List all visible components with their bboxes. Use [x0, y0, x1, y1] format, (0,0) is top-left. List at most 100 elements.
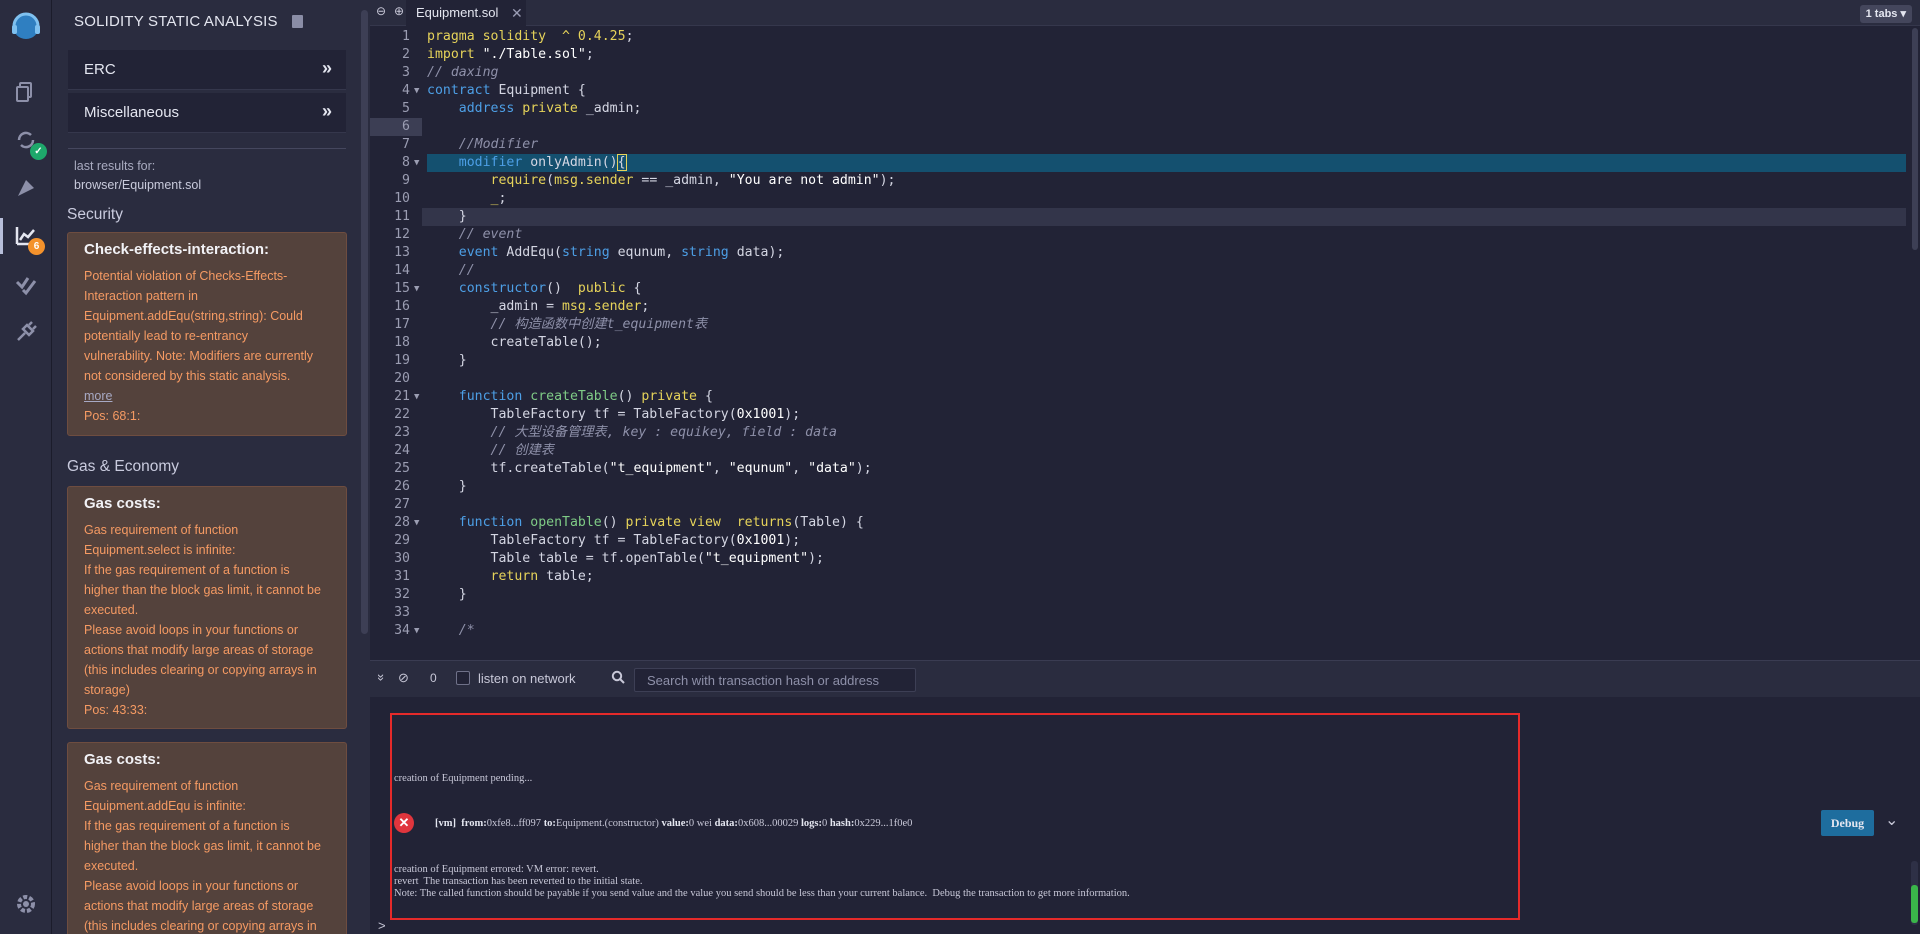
compile-success-icon: ✓ — [30, 143, 47, 160]
fold-icon[interactable]: ▼ — [414, 154, 424, 172]
error-line: revert The transaction has been reverted… — [394, 876, 643, 887]
card-line: Gas requirement of function — [84, 779, 239, 793]
line-number: 6 — [402, 119, 410, 134]
testing-icon[interactable] — [14, 272, 38, 296]
code-line: //Modifier — [458, 137, 539, 152]
line-number: 8 — [402, 155, 410, 170]
fold-icon[interactable]: ▼ — [414, 280, 424, 298]
scroll-thumb[interactable] — [1911, 885, 1918, 923]
logs-label: logs: — [800, 818, 822, 829]
card-line: executed. — [84, 603, 139, 617]
tab-equipment-sol[interactable]: Equipment.sol ✕ — [406, 0, 526, 26]
code-line: tf.createTable("t_equipment", "equnum", … — [427, 461, 872, 476]
code-line: require(msg.sender == _admin, "You are n… — [490, 173, 896, 188]
code-line: event AddEqu(string equnum, string data)… — [458, 245, 785, 260]
search-icon — [611, 670, 625, 684]
console-prompt[interactable]: > — [378, 918, 386, 933]
line-number: 18 — [394, 335, 410, 350]
code-line: } — [427, 479, 467, 494]
code-line: modifier onlyAdmin(){ — [458, 154, 627, 171]
from-label: from: — [461, 818, 487, 829]
fold-icon[interactable]: ▼ — [414, 514, 424, 532]
line-number: 16 — [394, 299, 410, 314]
code-line: } — [427, 587, 467, 602]
close-icon[interactable]: ✕ — [511, 5, 523, 22]
clear-console-icon[interactable]: ⊘ — [398, 670, 409, 686]
zoom-out-icon[interactable]: ⊖ — [376, 4, 392, 20]
card-line: storage) — [84, 683, 130, 697]
debug-button[interactable]: Debug — [1821, 810, 1874, 836]
line-number: 20 — [394, 371, 410, 386]
pending-tx-count: 0 — [430, 671, 437, 685]
plugin-manager-icon[interactable] — [14, 320, 38, 344]
value-value: 0 wei — [688, 818, 712, 829]
line-number: 9 — [402, 173, 410, 188]
tx-search-input[interactable]: Search with transaction hash or address — [634, 668, 916, 692]
card-title: Gas costs: — [84, 751, 161, 768]
terminal-toolbar: » ⊘ 0 listen on network Search with tran… — [370, 661, 1920, 697]
card-line: Gas requirement of function — [84, 523, 239, 537]
line-number: 34 — [394, 623, 410, 638]
line-number: 4 — [402, 83, 410, 98]
remix-logo-icon[interactable] — [6, 8, 46, 42]
card-line: not considered by this static analysis. — [84, 369, 291, 383]
code-line: // 大型设备管理表, key : equikey, field : data — [490, 425, 837, 440]
code-line: constructor() public { — [458, 281, 642, 296]
chevron-down-icon[interactable]: ⌄ — [1885, 810, 1898, 830]
listen-checkbox[interactable] — [456, 671, 470, 685]
code-line: _; — [490, 191, 507, 206]
card-title: Check-effects-interaction: — [84, 241, 270, 258]
card-line: If the gas requirement of a function is — [84, 563, 290, 577]
line-number: 5 — [402, 101, 410, 116]
settings-icon[interactable] — [14, 892, 38, 916]
card-position[interactable]: Pos: 43:33: — [84, 700, 332, 720]
card-line: vulnerability. Note: Modifiers are curre… — [84, 349, 314, 363]
code-editor[interactable]: 1 pragma solidity ^ 0.4.25; 2 import "./Ta… — [370, 28, 1910, 640]
chevron-right-icon: » — [321, 101, 332, 121]
card-title: Gas costs: — [84, 495, 161, 512]
section-gas-economy: Gas & Economy — [67, 458, 179, 475]
line-number: 33 — [394, 605, 410, 620]
more-link[interactable]: more — [84, 386, 332, 406]
code-line: // 构造函数中创建t_equipment表 — [490, 317, 708, 332]
tab-label: Equipment.sol — [416, 5, 499, 20]
collapse-terminal-icon[interactable]: » — [374, 674, 389, 681]
line-number: 28 — [394, 515, 410, 530]
line-number: 27 — [394, 497, 410, 512]
category-miscellaneous[interactable]: Miscellaneous » — [68, 93, 346, 133]
panel-scrollbar[interactable] — [361, 10, 368, 634]
warning-card-gas-addequ: Gas costs: Gas requirement of function E… — [67, 742, 347, 934]
terminal-scrollbar[interactable] — [1911, 861, 1918, 925]
line-number: 12 — [394, 227, 410, 242]
line-number: 26 — [394, 479, 410, 494]
hash-value: 0x229...1f0e0 — [854, 818, 913, 829]
card-line: Please avoid loops in your functions or — [84, 623, 299, 637]
line-number: 17 — [394, 317, 410, 332]
tx-summary[interactable]: [vm] from:0xfe8...ff097 to:Equipment.(co… — [435, 818, 912, 829]
deploy-icon[interactable] — [14, 176, 38, 200]
line-number: 19 — [394, 353, 410, 368]
error-line: Note: The called function should be paya… — [394, 888, 1130, 899]
category-label: Miscellaneous — [84, 104, 180, 121]
editor-scrollbar[interactable] — [1910, 28, 1920, 640]
file-explorer-icon[interactable] — [14, 80, 38, 104]
code-line: function createTable() private { — [458, 389, 713, 404]
code-line: return table; — [490, 569, 594, 584]
analysis-count-badge: 6 — [28, 238, 45, 255]
card-position[interactable]: Pos: 68:1: — [84, 406, 332, 426]
card-line: (this includes clearing or copying array… — [84, 919, 317, 933]
scroll-thumb[interactable] — [1912, 28, 1918, 250]
code-line: address private _admin; — [458, 101, 642, 116]
fold-icon[interactable]: ▼ — [414, 622, 424, 640]
static-analysis-panel: SOLIDITY STATIC ANALYSIS ERC » Miscellan… — [52, 0, 370, 934]
warning-card-gas-select: Gas costs: Gas requirement of function E… — [67, 486, 347, 729]
docs-icon[interactable] — [292, 15, 303, 28]
fold-icon[interactable]: ▼ — [414, 82, 424, 100]
tabs-dropdown[interactable]: 1 tabs ▾ — [1859, 5, 1912, 23]
error-icon: ✕ — [394, 813, 414, 833]
last-results-label: last results for: — [74, 159, 156, 173]
chevron-right-icon: » — [321, 58, 332, 78]
category-erc[interactable]: ERC » — [68, 50, 346, 90]
line-number: 22 — [394, 407, 410, 422]
fold-icon[interactable]: ▼ — [414, 388, 424, 406]
